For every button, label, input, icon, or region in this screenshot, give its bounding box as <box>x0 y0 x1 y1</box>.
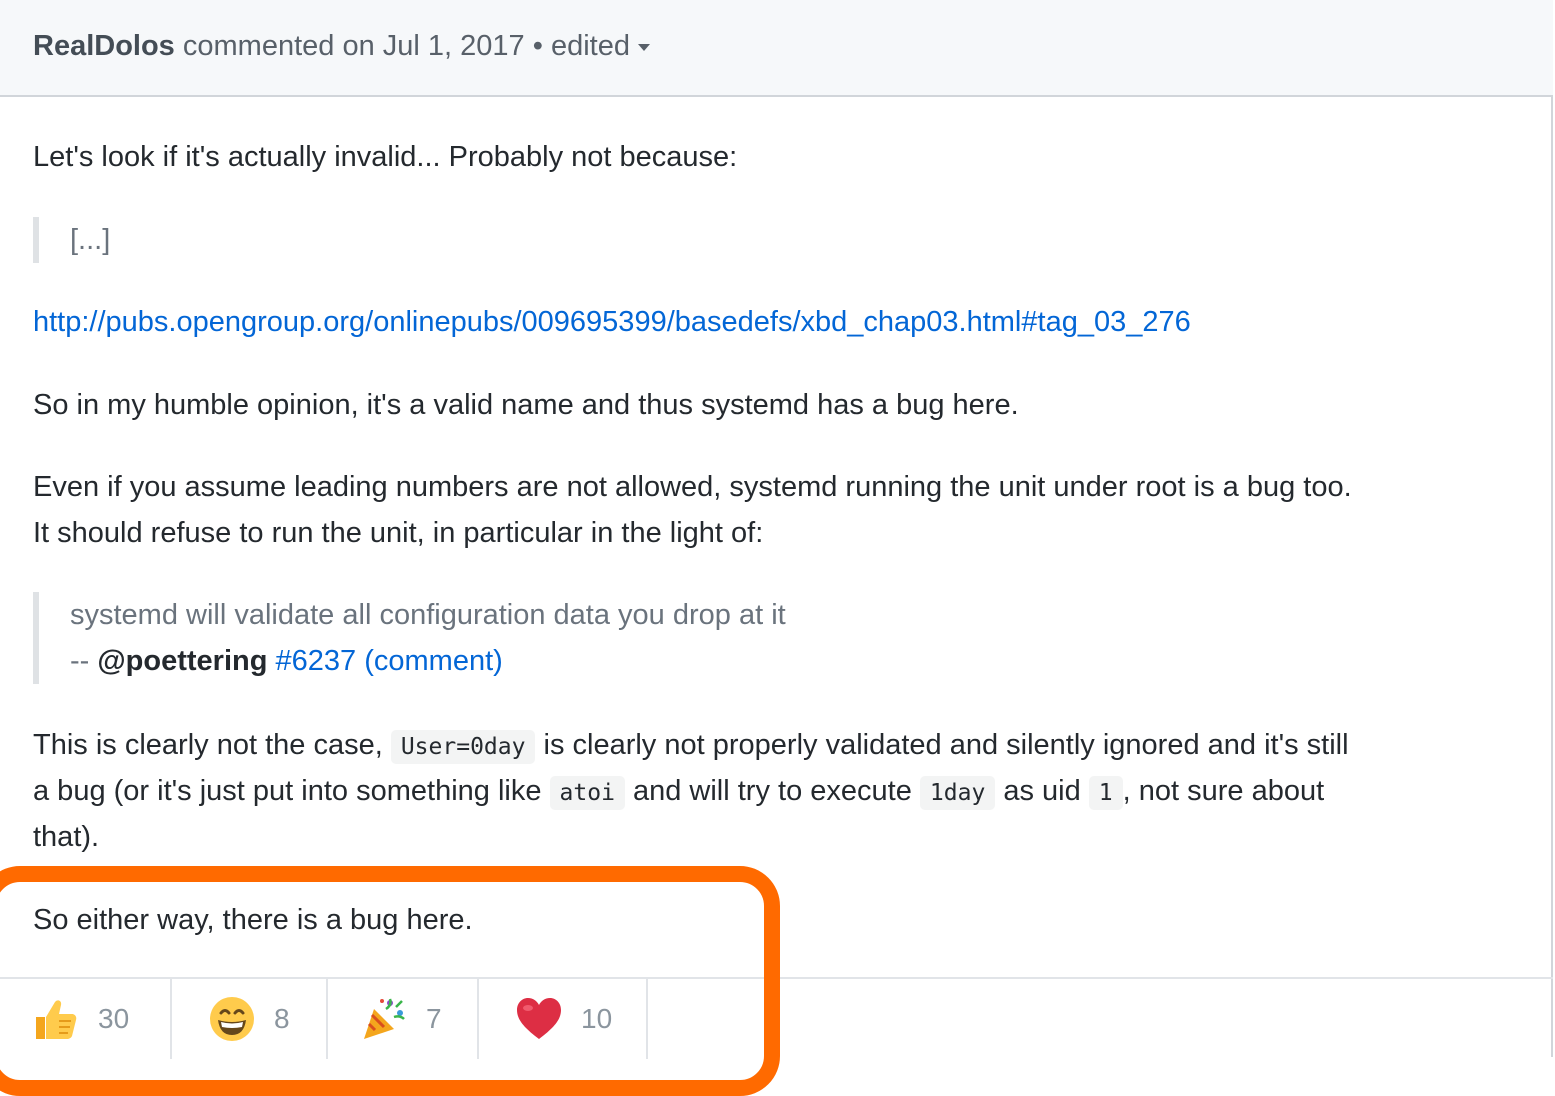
edited-dropdown[interactable]: edited <box>551 30 650 62</box>
edited-label: edited <box>550 30 630 62</box>
inline-code-1: 1 <box>1088 776 1123 810</box>
paragraph-4-line-2: a bug (or it's just put into something l… <box>33 768 1324 816</box>
paragraph-1: Let's look if it's actually invalid... P… <box>33 141 738 173</box>
p4-text-d: and will try to execute <box>624 775 920 807</box>
chevron-down-icon <box>637 43 650 51</box>
blockquote-2-line-1: systemd will validate all configuration … <box>70 599 786 631</box>
p4-text-f: , not sure about <box>1122 775 1325 807</box>
blockquote-1: [...] <box>33 217 110 263</box>
comment-meta: RealDolos commented on Jul 1, 2017 • edi… <box>33 30 650 63</box>
user-mention[interactable]: @poettering <box>97 645 267 677</box>
reference-link[interactable]: http://pubs.opengroup.org/onlinepubs/009… <box>33 306 1191 338</box>
paragraph-3-line-1: Even if you assume leading numbers are n… <box>33 471 1352 503</box>
p4-text-e: as uid <box>995 775 1089 807</box>
comment-header: RealDolos commented on Jul 1, 2017 • edi… <box>0 0 1553 97</box>
paragraph-4-line-3: that). <box>33 821 100 853</box>
author-link[interactable]: RealDolos <box>33 30 175 62</box>
reference-link-line: http://pubs.opengroup.org/onlinepubs/009… <box>33 299 1191 345</box>
comment-action-text: commented on Jul 1, 2017 • <box>182 30 543 62</box>
inline-code-1day: 1day <box>919 776 996 810</box>
paragraph-3-line-2: It should refuse to run the unit, in par… <box>33 517 764 549</box>
inline-code-atoi: atoi <box>549 776 625 810</box>
inline-code-user: User=0day <box>390 730 536 764</box>
blockquote-2: systemd will validate all configuration … <box>33 592 786 684</box>
p4-text-b: is clearly not properly validated and si… <box>535 729 1349 761</box>
blockquote-2-line-2: -- @poettering #6237 (comment) <box>70 638 786 684</box>
highlight-annotation-box <box>0 866 780 1096</box>
paragraph-2: So in my humble opinion, it's a valid na… <box>33 389 1019 421</box>
paragraph-4-line-1: This is clearly not the case, User=0day … <box>33 722 1349 770</box>
blockquote-1-text: [...] <box>70 224 111 256</box>
p4-text-c: a bug (or it's just put into something l… <box>33 775 550 807</box>
issue-reference-link[interactable]: #6237 <box>276 645 357 677</box>
comment-reference-link[interactable]: (comment) <box>364 645 503 677</box>
quote-prefix: -- <box>70 645 98 677</box>
p4-text-a: This is clearly not the case, <box>33 729 391 761</box>
